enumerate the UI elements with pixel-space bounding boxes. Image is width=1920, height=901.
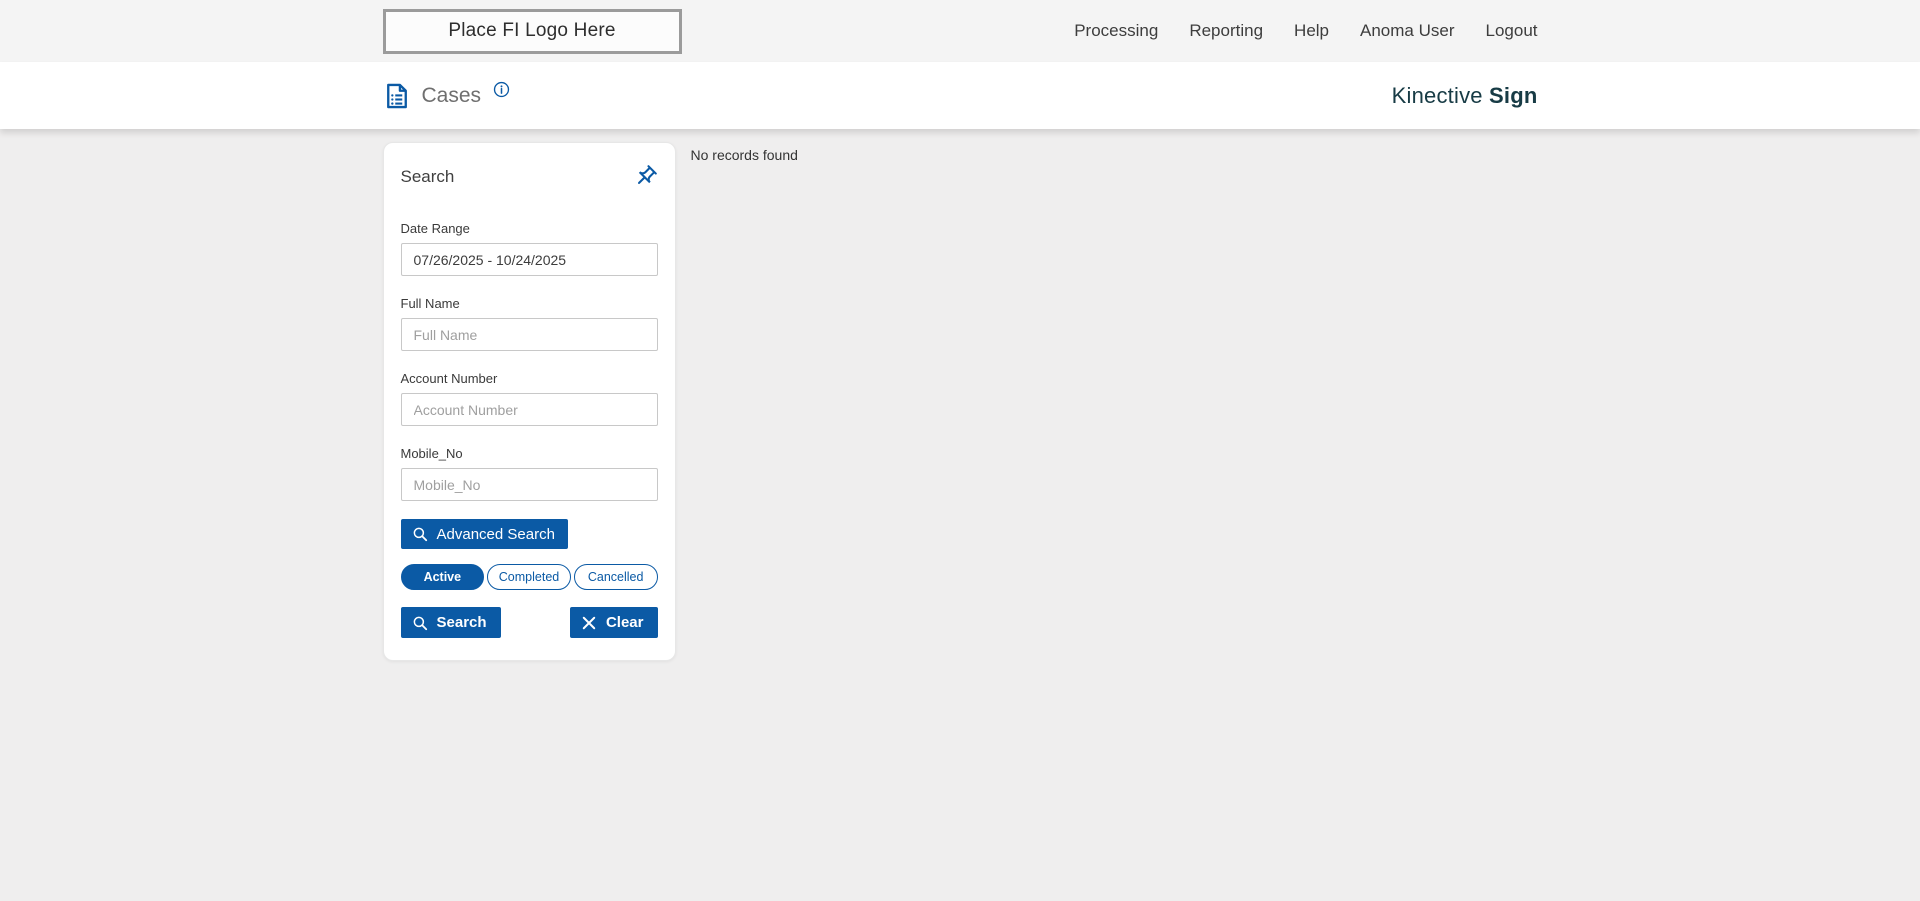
account-number-input[interactable] bbox=[400, 393, 658, 426]
fi-logo-text: Place FI Logo Here bbox=[448, 20, 616, 41]
search-icon bbox=[411, 525, 429, 543]
fi-logo-placeholder: Place FI Logo Here bbox=[382, 8, 682, 54]
full-name-field-group: Full Name bbox=[400, 296, 658, 351]
mobile-no-label: Mobile_No bbox=[400, 446, 463, 461]
full-name-input[interactable] bbox=[400, 318, 658, 351]
search-button[interactable]: Search bbox=[400, 607, 501, 638]
status-filter-group: Active Completed Cancelled bbox=[400, 564, 658, 590]
mobile-no-field-group: Mobile_No bbox=[400, 446, 658, 501]
clear-button-label: Clear bbox=[605, 614, 644, 631]
full-name-label: Full Name bbox=[400, 296, 460, 311]
main-content: Search Date Range Full Name Account Numb… bbox=[0, 129, 1920, 661]
mobile-no-input[interactable] bbox=[400, 468, 658, 501]
info-icon[interactable] bbox=[493, 81, 510, 98]
advanced-search-button[interactable]: Advanced Search bbox=[400, 519, 568, 549]
search-panel-title: Search bbox=[400, 167, 455, 186]
clear-button[interactable]: Clear bbox=[569, 607, 658, 638]
brand-suffix: Sign bbox=[1489, 82, 1538, 108]
close-icon bbox=[580, 614, 598, 632]
brand-logo: Kinective Sign bbox=[1392, 83, 1538, 109]
page-title: Cases bbox=[421, 83, 482, 107]
account-number-label: Account Number bbox=[400, 371, 498, 386]
date-range-label: Date Range bbox=[400, 221, 470, 236]
date-range-field-group: Date Range bbox=[400, 221, 658, 276]
nav-user-menu[interactable]: Anoma User bbox=[1360, 21, 1454, 41]
page-header: Cases Kinective Sign bbox=[0, 62, 1920, 129]
pin-icon[interactable] bbox=[633, 164, 658, 189]
nav-reporting[interactable]: Reporting bbox=[1189, 21, 1263, 41]
status-filter-cancelled[interactable]: Cancelled bbox=[573, 564, 658, 590]
cases-document-icon bbox=[383, 82, 411, 110]
top-navigation: Processing Reporting Help Anoma User Log… bbox=[1074, 21, 1537, 41]
empty-results-message: No records found bbox=[690, 147, 798, 163]
brand-name: Kinective bbox=[1391, 82, 1483, 108]
search-panel: Search Date Range Full Name Account Numb… bbox=[382, 142, 676, 661]
nav-help[interactable]: Help bbox=[1294, 21, 1329, 41]
status-filter-completed[interactable]: Completed bbox=[487, 564, 571, 590]
status-filter-active[interactable]: Active bbox=[400, 564, 485, 590]
top-bar: Place FI Logo Here Processing Reporting … bbox=[0, 0, 1920, 62]
account-number-field-group: Account Number bbox=[400, 371, 658, 426]
search-icon bbox=[411, 614, 429, 632]
advanced-search-label: Advanced Search bbox=[436, 525, 555, 543]
date-range-input[interactable] bbox=[400, 243, 658, 276]
nav-processing[interactable]: Processing bbox=[1074, 21, 1158, 41]
search-button-label: Search bbox=[436, 614, 487, 631]
nav-logout[interactable]: Logout bbox=[1486, 21, 1538, 41]
